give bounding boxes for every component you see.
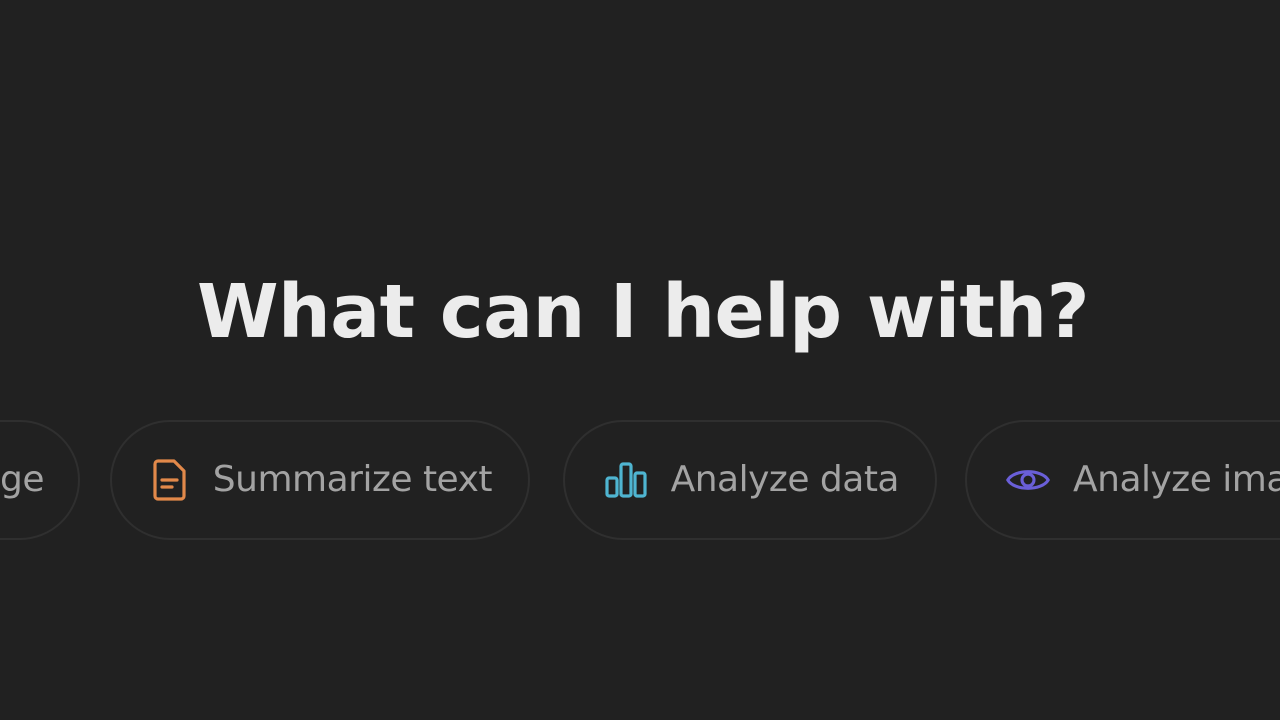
suggestion-label: Analyze ima — [1073, 459, 1280, 500]
home-screen: What can I help with? ge Summarize text … — [0, 0, 1280, 720]
suggestion-chip-analyze-data[interactable]: Analyze data — [563, 420, 937, 540]
suggestion-label: ge — [0, 459, 45, 500]
bar-chart-icon — [603, 457, 649, 503]
page-title: What can I help with? — [196, 269, 1090, 355]
suggestion-chip-partial[interactable]: ge — [0, 420, 80, 540]
suggestion-label: Analyze data — [670, 459, 900, 500]
suggestion-chip-analyze-images[interactable]: Analyze ima — [965, 420, 1280, 540]
document-icon — [150, 457, 191, 503]
suggestion-label: Summarize text — [212, 459, 493, 500]
suggestion-chip-summarize-text[interactable]: Summarize text — [110, 420, 530, 540]
eye-icon — [1005, 457, 1051, 503]
